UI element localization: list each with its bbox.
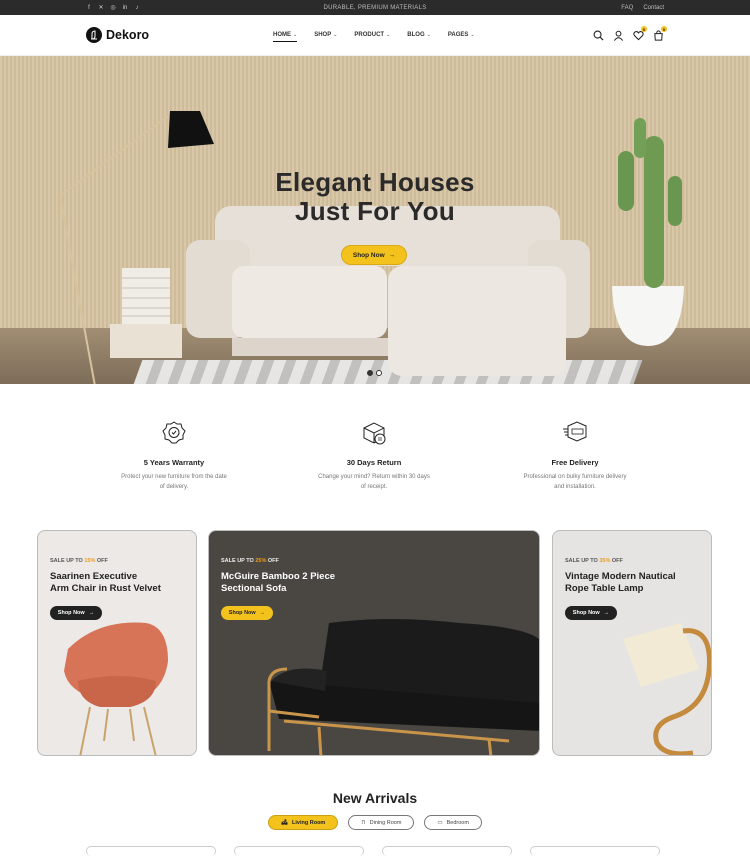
new-arrivals-title: New Arrivals <box>332 790 418 806</box>
tiktok-icon[interactable]: ♪ <box>134 5 140 11</box>
main-nav: HOME ⌄ SHOP ⌄ PRODUCT ⌄ BLOG ⌄ PAGES ⌄ <box>273 15 475 56</box>
hero-banner: Elegant Houses Just For You Shop Now → <box>0 56 750 384</box>
feature-desc: Professional on bulky furniture delivery… <box>505 472 645 492</box>
arrow-right-icon: → <box>388 251 396 259</box>
hero-shop-now-button[interactable]: Shop Now → <box>341 245 407 265</box>
cart-icon[interactable]: 0 <box>652 26 667 41</box>
nav-home[interactable]: HOME ⌄ <box>273 32 298 42</box>
feature-return: 30 Days Return Change your mind? Return … <box>304 420 444 492</box>
chevron-down-icon: ⌄ <box>386 32 391 38</box>
faq-link[interactable]: FAQ <box>621 5 633 11</box>
contact-link[interactable]: Contact <box>643 5 664 11</box>
feature-desc-line: of delivery. <box>159 484 189 490</box>
logo[interactable]: Dekoro <box>86 27 149 43</box>
product-card[interactable] <box>234 846 364 856</box>
product-card[interactable] <box>530 846 660 856</box>
nav-product[interactable]: PRODUCT ⌄ <box>354 32 390 38</box>
tab-bedroom[interactable]: ▭ Bedroom <box>424 815 482 830</box>
slider-dot-2[interactable] <box>376 370 382 376</box>
feature-desc: Protect your new furniture from the date… <box>104 472 244 492</box>
hero-button-label: Shop Now <box>352 251 385 259</box>
product-card[interactable] <box>86 846 216 856</box>
chevron-down-icon: ⌄ <box>470 32 475 38</box>
nav-blog[interactable]: BLOG ⌄ <box>407 32 431 38</box>
chevron-down-icon: ⌄ <box>293 32 298 38</box>
feature-title: 30 Days Return <box>346 458 402 467</box>
wishlist-count-badge: 0 <box>641 26 647 32</box>
instagram-icon[interactable]: ◎ <box>110 5 116 11</box>
feature-title: 5 Years Warranty <box>143 458 205 467</box>
header: Dekoro HOME ⌄ SHOP ⌄ PRODUCT ⌄ BLOG ⌄ PAGES ⌄… <box>0 15 750 56</box>
feature-desc-line: Protect your new furniture from the date <box>121 474 227 480</box>
feature-title: Free Delivery <box>551 458 599 467</box>
feature-desc-line: Professional on bulky furniture delivery <box>523 474 627 480</box>
hero-title-line2: Just For You <box>294 196 456 226</box>
top-bar: f ✕ ◎ in ♪ DURABLE, PREMIUM MATERIALS FA… <box>0 0 750 15</box>
product-card[interactable] <box>382 846 512 856</box>
x-icon[interactable]: ✕ <box>98 5 104 11</box>
promo-card-sofa[interactable]: SALE UP TO 25% OFF McGuire Bamboo 2 Piec… <box>208 530 540 756</box>
slider-dot-1[interactable] <box>367 370 373 376</box>
promo-card-lamp[interactable]: SALE UP TO 35% OFF Vintage Modern Nautic… <box>552 530 712 756</box>
tab-dining-room[interactable]: ⊓ Dining Room <box>348 815 415 830</box>
account-icon[interactable] <box>612 29 624 41</box>
bed-icon: ▭ <box>437 819 443 826</box>
social-links: f ✕ ◎ in ♪ <box>86 5 140 12</box>
arrivals-tabs: 🛋 Living Room ⊓ Dining Room ▭ Bedroom <box>0 815 750 830</box>
feature-desc-line: and installation. <box>554 484 596 490</box>
free-delivery-icon <box>562 420 588 446</box>
badge-icon <box>161 420 187 446</box>
chevron-down-icon: ⌄ <box>426 32 431 38</box>
logo-mark-icon <box>86 27 102 43</box>
feature-warranty: 5 Years Warranty Protect your new furnit… <box>104 420 244 492</box>
facebook-icon[interactable]: f <box>86 5 92 11</box>
hero-title-line1: Elegant Houses <box>275 167 475 197</box>
wishlist-icon[interactable]: 0 <box>632 26 647 41</box>
sofa-image <box>267 619 539 755</box>
sofa-icon: 🛋 <box>281 819 289 826</box>
feature-desc-line: of receipt. <box>360 484 388 490</box>
chair-image <box>64 622 168 755</box>
feature-delivery: Free Delivery Professional on bulky furn… <box>505 420 645 492</box>
dining-table-icon: ⊓ <box>361 819 366 826</box>
return-box-icon <box>361 420 387 446</box>
linkedin-icon[interactable]: in <box>122 5 128 11</box>
cart-count-badge: 0 <box>661 26 667 32</box>
feature-desc-line: Change your mind? Return within 30 days <box>318 474 430 480</box>
features-section: 5 Years Warranty Protect your new furnit… <box>0 384 750 530</box>
slider-dots <box>367 370 382 376</box>
hero-title: Elegant Houses Just For You <box>0 168 750 226</box>
lamp-image <box>623 623 711 755</box>
nav-shop[interactable]: SHOP ⌄ <box>314 32 337 38</box>
nav-pages[interactable]: PAGES ⌄ <box>448 32 475 38</box>
search-icon[interactable] <box>592 29 604 41</box>
brand-name: Dekoro <box>106 28 150 42</box>
promo-card-chair[interactable]: SALE UP TO 15% OFF Saarinen Executive Ar… <box>37 530 197 756</box>
feature-desc: Change your mind? Return within 30 days … <box>304 472 444 492</box>
header-actions: 0 0 <box>592 26 667 41</box>
tab-living-room[interactable]: 🛋 Living Room <box>268 815 339 830</box>
chevron-down-icon: ⌄ <box>333 32 338 38</box>
